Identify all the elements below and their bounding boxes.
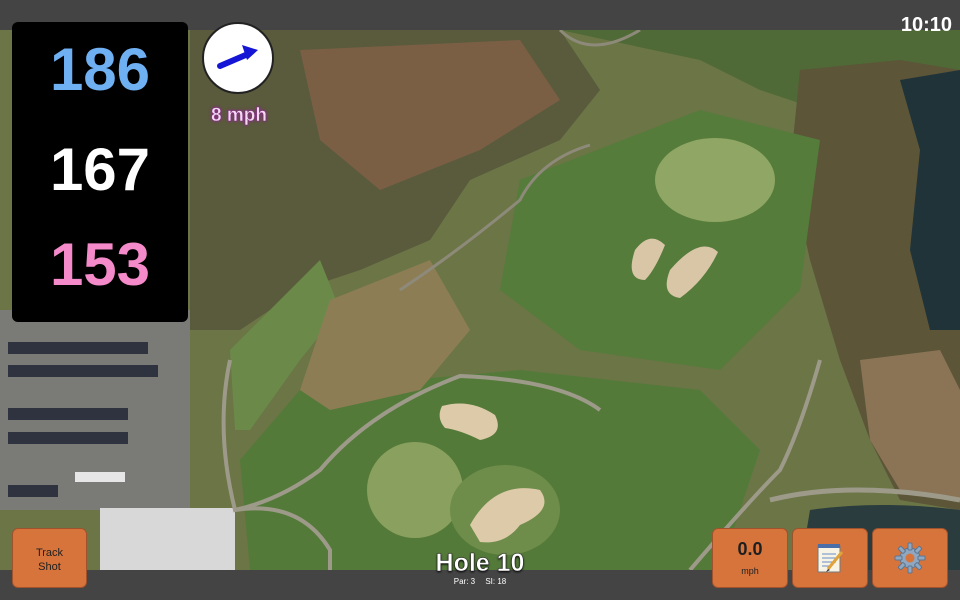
gear-icon xyxy=(894,542,926,574)
distance-front: 153 xyxy=(49,231,151,298)
track-shot-label-line2: Shot xyxy=(38,561,61,573)
hole-stroke-index: SI: 18 xyxy=(485,577,507,586)
track-shot-label-line1: Track xyxy=(35,547,64,559)
settings-button[interactable] xyxy=(872,528,948,588)
speed-unit: mph xyxy=(741,566,759,576)
hole-par: Par: 3 xyxy=(453,577,476,586)
distance-panel: 186 167 153 xyxy=(12,22,188,322)
wind-direction-indicator xyxy=(202,22,274,94)
hole-info: Par: 3 SI: 18 xyxy=(380,577,580,586)
speed-button[interactable]: 0.0 mph xyxy=(712,528,788,588)
notes-button[interactable] xyxy=(792,528,868,588)
speed-value: 0.0 xyxy=(737,539,763,559)
wind-speed-label: 8 mph xyxy=(211,105,267,126)
notepad-icon xyxy=(817,544,844,573)
distance-back: 186 xyxy=(49,36,151,103)
track-shot-button[interactable]: Track Shot xyxy=(12,528,87,588)
distance-middle: 167 xyxy=(49,136,151,203)
hole-title: Hole 10 xyxy=(435,549,525,578)
arrow-icon xyxy=(217,45,258,69)
clock: 10:10 xyxy=(900,14,952,36)
